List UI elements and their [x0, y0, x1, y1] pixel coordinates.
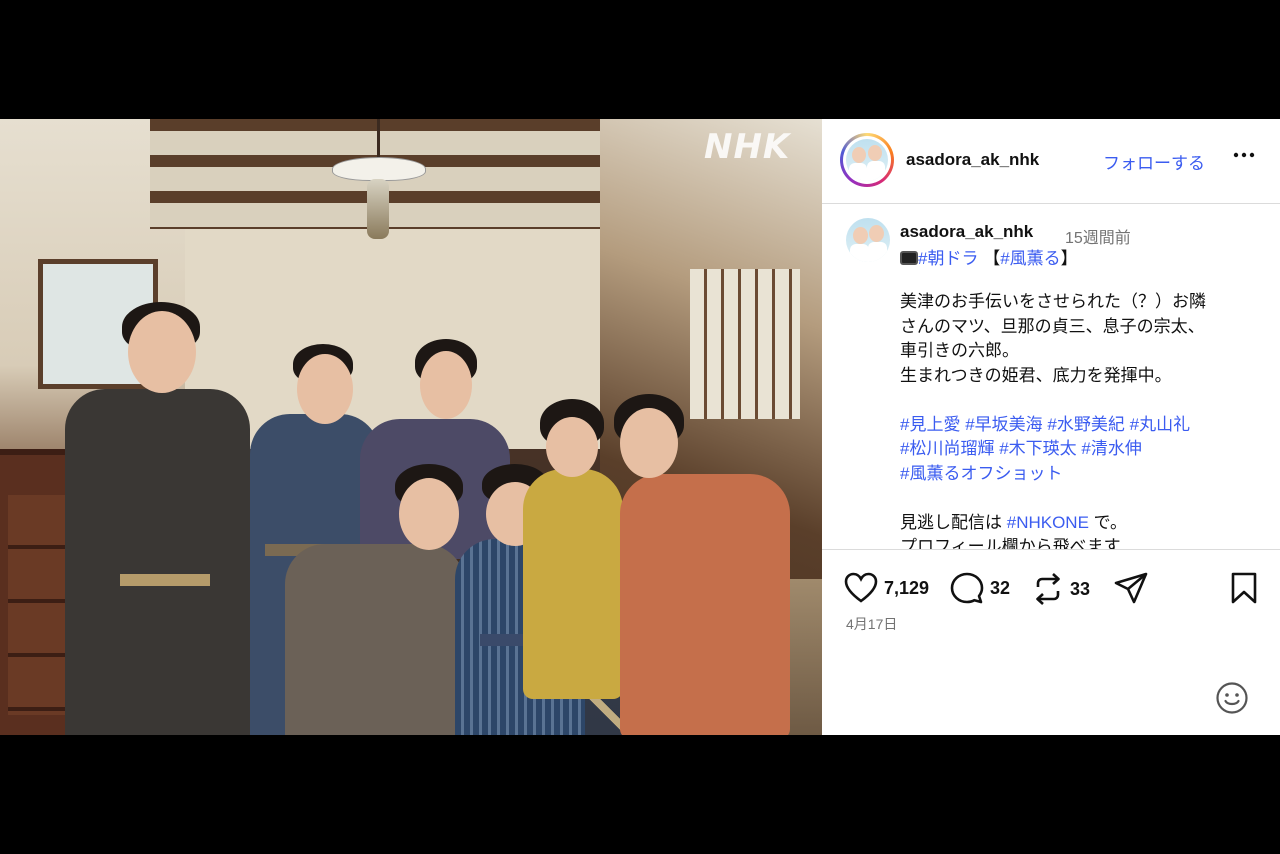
- post-date[interactable]: 4月17日: [846, 614, 897, 634]
- footer-prefix: 見逃し配信は: [900, 512, 1007, 532]
- tv-emoji-icon: [900, 251, 918, 265]
- caption-body: 美津のお手伝いをさせられた（？）お隣 さんのマツ、旦那の貞三、息子の宗太、 車引…: [900, 290, 1260, 549]
- post-actions: 7,129 32 33 4月17日: [822, 549, 1280, 736]
- hashtag-link[interactable]: #NHKONE: [1007, 513, 1089, 532]
- follow-button[interactable]: フォローする: [1103, 149, 1205, 174]
- bracket-open: 【: [983, 249, 1001, 268]
- person-woman-orange: [610, 394, 800, 735]
- caption-footer: 見逃し配信は #NHKONE で。: [900, 511, 1260, 536]
- heart-icon: [844, 572, 878, 603]
- post-side-panel: asadora_ak_nhk フォローする asadora_ak_nhk 15週…: [822, 119, 1280, 735]
- hashtag-link[interactable]: #水野美紀: [1047, 415, 1124, 434]
- hashtag-link[interactable]: #風薫るオフショット: [900, 464, 1062, 483]
- repost-button[interactable]: 33: [1032, 572, 1090, 606]
- save-button[interactable]: [1230, 572, 1258, 604]
- hashtag-link[interactable]: #木下瑛太: [999, 439, 1076, 458]
- caption-line: 車引きの六郎。: [900, 341, 1019, 360]
- hashtag-row: #風薫るオフショット: [900, 462, 1260, 487]
- hashtag-link[interactable]: #早坂美海: [965, 415, 1042, 434]
- profile-avatar[interactable]: [840, 133, 894, 187]
- person-man-left: [40, 299, 270, 735]
- footer-suffix: で。: [1088, 512, 1127, 532]
- hashtag-row: #見上愛 #早坂美海 #水野美紀 #丸山礼: [900, 413, 1260, 438]
- caption-line-cut: プロフィール欄から飛べます: [900, 537, 1121, 549]
- caption-first-line: #朝ドラ 【#風薫る】: [900, 244, 1078, 269]
- smiley-icon: [1216, 682, 1248, 714]
- header-username[interactable]: asadora_ak_nhk: [906, 150, 1039, 170]
- hashtag-row: #松川尚瑠輝 #木下瑛太 #清水伸: [900, 437, 1260, 462]
- comment-button[interactable]: 32: [950, 572, 1010, 604]
- hashtag-link[interactable]: #松川尚瑠輝: [900, 439, 994, 458]
- like-count: 7,129: [884, 577, 930, 598]
- hashtag-link[interactable]: #丸山礼: [1130, 415, 1190, 434]
- instagram-post: NHK asadora_ak_nhk フォローする asadora_ak_nhk…: [0, 119, 1280, 735]
- caption-area: asadora_ak_nhk 15週間前 #朝ドラ 【#風薫る】 美津のお手伝い…: [822, 204, 1280, 549]
- post-photo[interactable]: NHK: [0, 119, 822, 735]
- caption-avatar[interactable]: [846, 218, 890, 262]
- comment-count: 32: [990, 577, 1011, 598]
- hashtag-link[interactable]: #見上愛: [900, 415, 960, 434]
- hashtag-link[interactable]: #清水伸: [1081, 439, 1141, 458]
- nhk-watermark: NHK: [704, 127, 791, 167]
- repost-icon: [1036, 573, 1060, 605]
- hashtag-link[interactable]: #朝ドラ: [918, 249, 978, 268]
- caption-username[interactable]: asadora_ak_nhk: [900, 222, 1033, 242]
- more-options-icon[interactable]: [1232, 143, 1256, 173]
- caption-line: 生まれつきの姫君、底力を発揮中。: [900, 365, 1172, 385]
- bookmark-icon: [1231, 572, 1257, 604]
- emoji-picker-button[interactable]: [1215, 681, 1249, 720]
- caption-line: 美津のお手伝いをさせられた（？）お隣: [900, 292, 1206, 311]
- comment-icon: [950, 572, 984, 604]
- like-button[interactable]: 7,129: [844, 572, 929, 604]
- hashtag-link[interactable]: #風薫る: [1000, 249, 1060, 268]
- repost-count: 33: [1070, 578, 1091, 599]
- share-send-icon: [1114, 572, 1148, 604]
- hanging-lamp: [332, 119, 426, 244]
- share-button[interactable]: [1114, 572, 1148, 604]
- post-header: asadora_ak_nhk フォローする: [822, 119, 1280, 204]
- bracket-close: 】: [1060, 249, 1078, 268]
- caption-line: さんのマツ、旦那の貞三、息子の宗太、: [900, 316, 1205, 336]
